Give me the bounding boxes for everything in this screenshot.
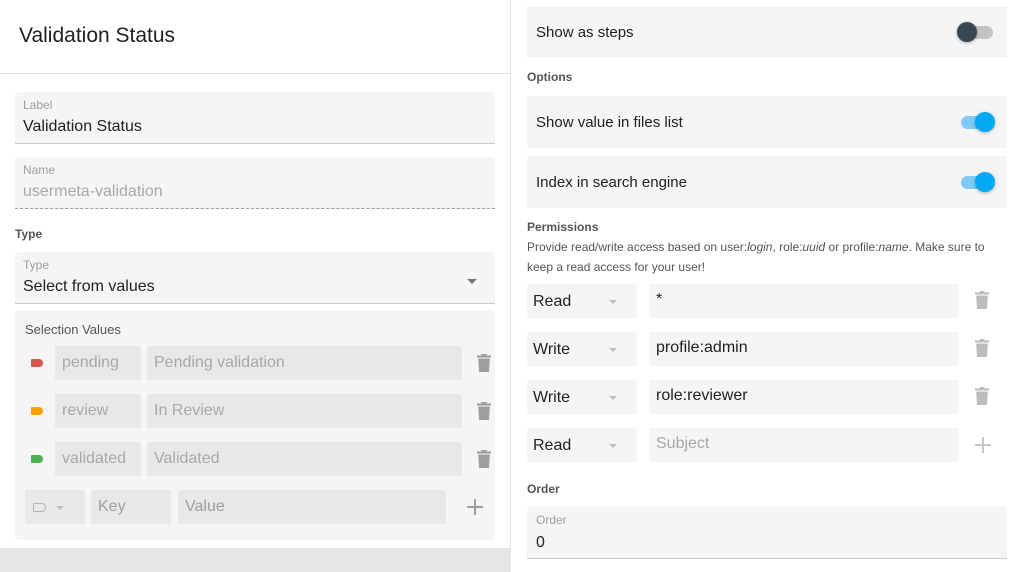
trash-icon[interactable] (975, 291, 989, 314)
trash-icon[interactable] (477, 402, 491, 425)
chevron-down-icon (609, 300, 617, 304)
label-field-value[interactable]: Validation Status (23, 118, 142, 136)
permission-row: Read * (527, 284, 1007, 318)
selection-value-input[interactable]: Validated (147, 442, 462, 476)
tag-color-select[interactable] (25, 490, 85, 524)
selection-key-input[interactable]: validated (55, 442, 141, 476)
trash-icon[interactable] (477, 450, 491, 473)
order-field[interactable]: Order 0 (527, 507, 1007, 559)
show-in-files-list-label: Show value in files list (536, 114, 683, 131)
selection-values-title: Selection Values (25, 322, 121, 337)
chevron-down-icon (609, 348, 617, 352)
name-field-value: usermeta-validation (23, 183, 163, 200)
permissions-description: Provide read/write access based on user:… (527, 240, 985, 274)
index-search-card: Index in search engine (527, 156, 1007, 208)
show-in-files-list-toggle[interactable] (959, 112, 995, 132)
subject-input[interactable]: * (649, 284, 959, 318)
selection-value-input[interactable]: Pending validation (147, 346, 462, 380)
access-select[interactable]: Write (527, 332, 637, 366)
show-as-steps-toggle[interactable] (957, 22, 995, 42)
show-as-steps-card: Show as steps (527, 6, 1007, 58)
permission-row: Write role:reviewer (527, 380, 1007, 414)
order-section-title: Order (527, 482, 560, 496)
new-selection-value-row: Key Value (25, 490, 485, 524)
new-key-input[interactable]: Key (91, 490, 171, 524)
access-select[interactable]: Write (527, 380, 637, 414)
name-field-label: Name (23, 163, 56, 177)
chevron-down-icon (609, 444, 617, 448)
label-field[interactable]: Label Validation Status (15, 92, 495, 144)
left-panel: Validation Status Label Validation Statu… (0, 0, 511, 572)
access-select-value: Write (533, 389, 571, 406)
permission-row: Write profile:admin (527, 332, 1007, 366)
label-field-label: Label (23, 98, 53, 112)
subject-input[interactable]: role:reviewer (649, 380, 959, 414)
new-subject-input[interactable]: Subject (649, 428, 959, 462)
tag-icon[interactable] (31, 407, 43, 415)
access-select-value: Read (533, 437, 572, 454)
selection-value-input[interactable]: In Review (147, 394, 462, 428)
access-select[interactable]: Read (527, 428, 637, 462)
trash-icon[interactable] (975, 387, 989, 410)
tag-icon[interactable] (31, 455, 43, 463)
right-panel: Show as steps Options Show value in file… (511, 0, 1022, 572)
add-icon[interactable] (467, 499, 483, 515)
selection-value-row: review In Review (25, 394, 491, 428)
panel-footer (0, 548, 511, 572)
chevron-down-icon (609, 396, 617, 400)
show-as-steps-label: Show as steps (536, 24, 634, 41)
selection-key-input[interactable]: pending (55, 346, 141, 380)
type-section-title: Type (15, 227, 43, 241)
access-select[interactable]: Read (527, 284, 637, 318)
order-field-value[interactable]: 0 (536, 534, 545, 552)
chevron-down-icon (56, 506, 64, 510)
index-search-toggle[interactable] (959, 172, 995, 192)
chevron-down-icon[interactable] (467, 279, 477, 284)
access-select-value: Read (533, 293, 572, 310)
options-section-title: Options (527, 70, 573, 84)
order-field-label: Order (536, 513, 567, 527)
selection-value-row: pending Pending validation (25, 346, 491, 380)
show-in-files-list-card: Show value in files list (527, 96, 1007, 148)
access-select-value: Write (533, 341, 571, 358)
name-field: Name usermeta-validation (15, 157, 495, 209)
permissions-section-title: Permissions (527, 220, 599, 234)
selection-key-input[interactable]: review (55, 394, 141, 428)
selection-value-row: validated Validated (25, 442, 491, 476)
type-select-value: Select from values (23, 278, 155, 295)
page-title: Validation Status (19, 24, 176, 47)
trash-icon[interactable] (477, 354, 491, 377)
type-select-label: Type (23, 258, 50, 272)
index-search-label: Index in search engine (536, 174, 687, 191)
selection-values-box: Selection Values pending Pending validat… (15, 310, 495, 540)
type-select[interactable]: Type Select from values (15, 252, 495, 304)
panel-header: Validation Status (0, 0, 510, 74)
new-permission-row: Read Subject (527, 428, 1007, 462)
new-value-input[interactable]: Value (178, 490, 446, 524)
trash-icon[interactable] (975, 339, 989, 362)
tag-outline-icon (33, 503, 46, 512)
subject-input[interactable]: profile:admin (649, 332, 959, 366)
tag-icon[interactable] (31, 359, 43, 367)
add-icon[interactable] (975, 437, 991, 453)
